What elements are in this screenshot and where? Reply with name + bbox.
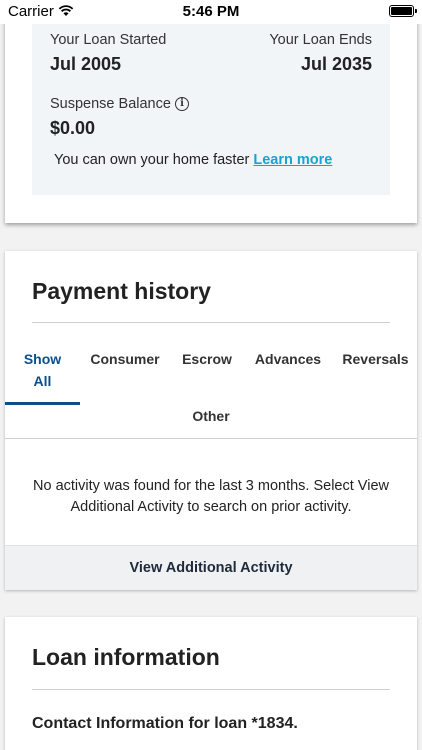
tab-reversals[interactable]: Reversals — [339, 351, 412, 367]
suspense-balance-value: $0.00 — [50, 118, 96, 138]
loan-info-divider — [32, 689, 390, 690]
tab-escrow[interactable]: Escrow — [177, 351, 237, 367]
tab-show-all-line2: All — [33, 373, 52, 389]
tab-other[interactable]: Other — [181, 408, 241, 424]
loan-information-card: Loan information Contact Information for… — [5, 617, 417, 750]
tab-advances[interactable]: Advances — [252, 351, 324, 367]
contact-info-heading: Contact Information for loan *1834. — [32, 715, 298, 732]
payment-history-title: Payment history — [32, 278, 211, 304]
tab-consumer[interactable]: Consumer — [87, 351, 163, 367]
tab-show-all[interactable]: Show All — [5, 348, 80, 392]
payment-history-card: Payment history Show All Consumer Escrow… — [5, 251, 417, 590]
title-divider — [32, 322, 390, 323]
battery-icon — [389, 5, 417, 17]
active-tab-indicator — [5, 402, 80, 405]
promo-message: You can own your home faster — [54, 152, 250, 168]
view-additional-activity-button[interactable]: View Additional Activity — [5, 545, 417, 590]
tab-show-all-line1: Show — [23, 351, 62, 367]
clock: 5:46 PM — [182, 3, 240, 20]
loan-ends-label: Your Loan Ends — [269, 32, 372, 48]
learn-more-link[interactable]: Learn more — [253, 152, 332, 168]
tabs-divider — [5, 438, 417, 439]
info-icon[interactable]: i — [175, 97, 189, 111]
suspense-balance-label: Suspense Balance — [50, 96, 171, 112]
empty-activity-message: No activity was found for the last 3 mon… — [33, 478, 389, 515]
loan-started-label: Your Loan Started — [50, 32, 167, 48]
status-bar: Carrier 5:46 PM — [0, 0, 422, 24]
loan-ends-value: Jul 2035 — [300, 54, 372, 74]
promo-text: You can own your home faster Learn more — [54, 152, 332, 168]
loan-started-value: Jul 2005 — [50, 54, 122, 74]
loan-information-title: Loan information — [32, 644, 220, 670]
loan-summary-box: Your Loan Started Jul 2005 Your Loan End… — [32, 0, 390, 195]
loan-summary-card: Your Loan Started Jul 2005 Your Loan End… — [5, 0, 417, 223]
